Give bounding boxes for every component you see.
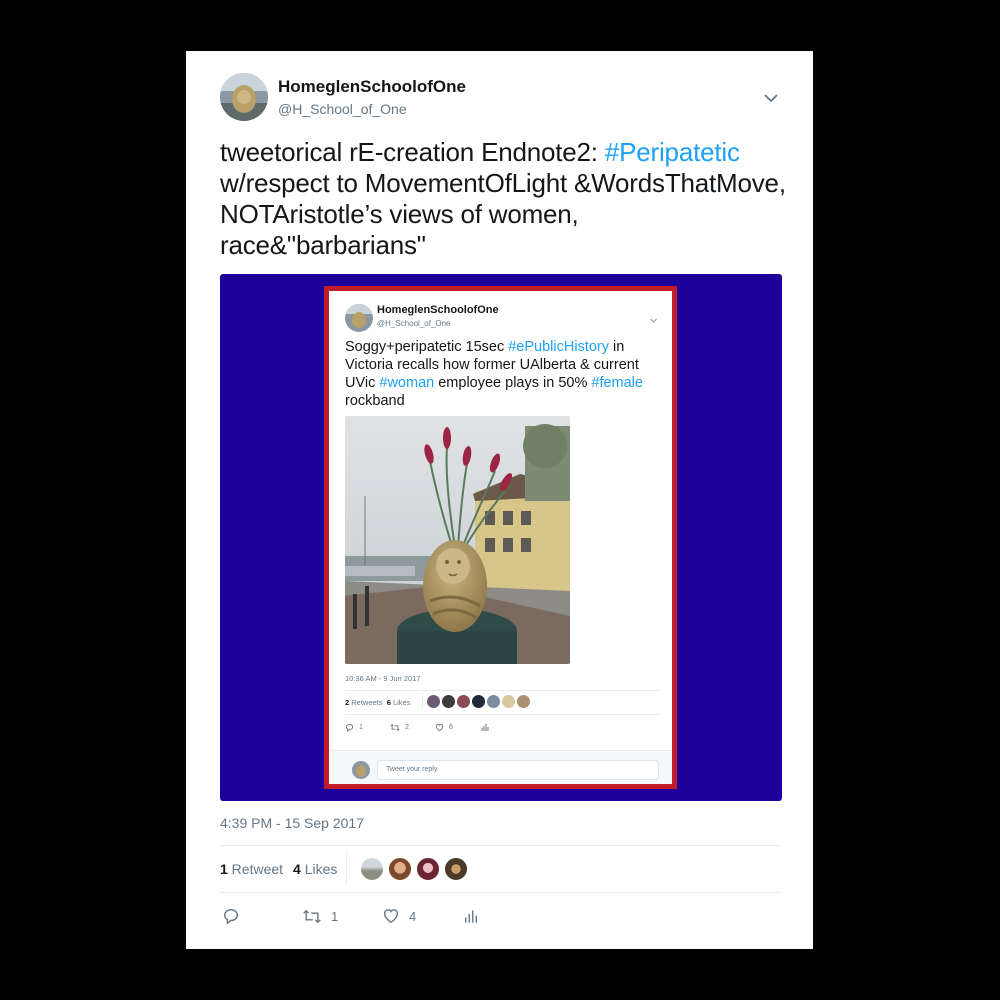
embedded-analytics-action	[481, 723, 489, 732]
reply-icon	[223, 908, 239, 925]
likes-stat[interactable]: 4 Likes	[293, 861, 337, 877]
avatar[interactable]	[220, 73, 268, 121]
analytics-icon	[465, 909, 477, 923]
embedded-divider	[345, 714, 662, 715]
divider	[220, 845, 782, 846]
retweet-icon	[390, 723, 400, 732]
liker-avatars	[360, 857, 468, 881]
reply-button[interactable]	[222, 907, 240, 925]
retweets-stat[interactable]: 1 Retweet	[220, 861, 283, 877]
tweet-card: HomeglenSchoolofOne @H_School_of_One twe…	[186, 51, 813, 949]
display-name[interactable]: HomeglenSchoolofOne	[278, 77, 466, 97]
embedded-avatar	[345, 304, 373, 332]
embedded-photo	[345, 416, 570, 664]
avatar[interactable]	[416, 857, 440, 881]
analytics-icon	[481, 724, 489, 731]
avatar	[457, 695, 470, 708]
embedded-tweet-text: Soggy+peripatetic 15sec #ePublicHistory …	[345, 339, 643, 409]
embedded-divider	[422, 693, 423, 710]
analytics-button[interactable]	[464, 907, 478, 925]
divider	[220, 892, 782, 893]
avatar	[442, 695, 455, 708]
embedded-likers	[427, 695, 530, 708]
engagement-stats: 1 Retweet 4 Likes	[220, 861, 337, 877]
embedded-hashtag: #ePublicHistory	[508, 339, 609, 355]
embedded-hashtag: #woman	[379, 375, 435, 391]
avatar	[517, 695, 530, 708]
embedded-chevron-down-icon	[649, 311, 658, 323]
embedded-actions: 1 2 6	[345, 723, 505, 735]
embedded-divider	[345, 690, 662, 691]
hashtag-link[interactable]: #Peripatetic	[605, 137, 740, 167]
avatar[interactable]	[444, 857, 468, 881]
avatar	[487, 695, 500, 708]
handle[interactable]: @H_School_of_One	[278, 101, 407, 117]
tweet-text: tweetorical rE-creation Endnote2: #Perip…	[220, 137, 786, 260]
embedded-hashtag: #female	[591, 375, 643, 391]
embedded-stats: 2 Retweets 6 Likes	[345, 698, 411, 707]
retweet-button[interactable]: 1	[302, 907, 338, 925]
avatar	[352, 761, 370, 779]
heart-icon	[435, 724, 444, 732]
avatar[interactable]	[388, 857, 412, 881]
embedded-retweet-action: 2	[390, 723, 409, 732]
embedded-reply-input: Tweet your reply	[377, 760, 659, 780]
tweet-actions: 1 4	[220, 907, 520, 927]
chevron-down-icon[interactable]	[762, 91, 780, 105]
tweet-timestamp[interactable]: 4:39 PM - 15 Sep 2017	[220, 815, 364, 831]
avatar	[502, 695, 515, 708]
avatar	[427, 695, 440, 708]
like-button[interactable]: 4	[382, 907, 416, 925]
embedded-like-action: 6	[435, 723, 453, 732]
embedded-handle: @H_School_of_One	[377, 319, 451, 328]
retweet-count: 1	[331, 908, 339, 924]
embedded-tweet: HomeglenSchoolofOne @H_School_of_One Sog…	[329, 291, 672, 784]
reply-icon	[345, 723, 354, 732]
like-count: 4	[409, 908, 417, 924]
avatar[interactable]	[360, 857, 384, 881]
retweet-icon	[303, 909, 321, 923]
embedded-display-name: HomeglenSchoolofOne	[377, 304, 499, 316]
divider	[346, 853, 347, 885]
embedded-timestamp: 10:36 AM - 9 Jun 2017	[345, 674, 421, 683]
screenshot-frame: HomeglenSchoolofOne @H_School_of_One Sog…	[324, 286, 677, 789]
heart-icon	[383, 909, 399, 924]
avatar	[472, 695, 485, 708]
embedded-reply-area: Tweet your reply	[329, 750, 672, 784]
embedded-reply-action: 1	[345, 723, 363, 732]
tweet-media[interactable]: HomeglenSchoolofOne @H_School_of_One Sog…	[220, 274, 782, 801]
